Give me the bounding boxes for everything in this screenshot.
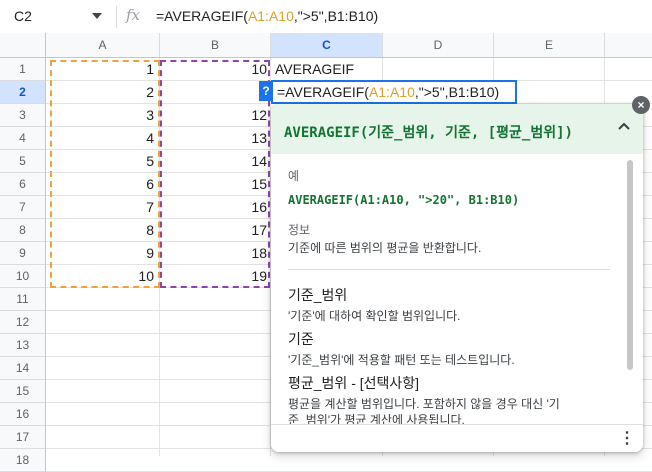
cell-a4[interactable]: 4	[46, 127, 160, 150]
more-options-icon[interactable]: ⋮	[619, 429, 635, 449]
arg3-desc-line2: 준_범위'가 평균 계산에 사용됩니다.	[288, 413, 465, 424]
cell-a9[interactable]: 9	[46, 242, 160, 265]
cell-a1[interactable]: 1	[46, 58, 160, 81]
example-formula: AVERAGEIF(A1:A10, ">20", B1:B10)	[288, 193, 520, 207]
row-header-5[interactable]: 5	[0, 150, 46, 173]
arg3-desc-line1: 평균을 계산할 범위입니다. 포함하지 않을 경우 대신 '기	[288, 397, 560, 411]
cell-b1[interactable]: 10	[160, 58, 271, 81]
select-all-corner[interactable]	[0, 33, 46, 58]
cell-c1[interactable]: AVERAGEIF	[271, 58, 383, 81]
chevron-down-icon[interactable]	[92, 13, 102, 19]
close-icon[interactable]: ×	[632, 96, 650, 114]
row-header-10[interactable]: 10	[0, 265, 46, 288]
column-header-f[interactable]	[605, 33, 652, 58]
arg3-name: 평균_범위 - [선택사항]	[288, 375, 420, 391]
info-text: 기준에 따른 범위의 평균을 반환합니다.	[288, 241, 482, 255]
row-header-16[interactable]: 16	[0, 403, 46, 426]
formula-range-2: B1:B10	[327, 8, 374, 24]
help-divider	[288, 269, 610, 270]
column-header-b[interactable]: B	[160, 33, 271, 58]
row-header-4[interactable]: 4	[0, 127, 46, 150]
row-header-12[interactable]: 12	[0, 311, 46, 334]
column-header-a[interactable]: A	[46, 33, 160, 58]
cell-b7[interactable]: 16	[160, 196, 271, 219]
cell-b9[interactable]: 18	[160, 242, 271, 265]
arg1-desc: '기준'에 대하여 확인할 범위입니다.	[288, 309, 461, 323]
arg2-desc: '기준_범위'에 적용할 패턴 또는 테스트입니다.	[288, 353, 515, 367]
cell-b5[interactable]: 14	[160, 150, 271, 173]
cell-b10[interactable]: 19	[160, 265, 271, 288]
editor-range-2: B1:B10	[448, 84, 495, 100]
info-label: 정보	[288, 223, 311, 237]
cell-a7[interactable]: 7	[46, 196, 160, 219]
formula-input[interactable]: =AVERAGEIF(A1:A10,">5",B1:B10)	[156, 8, 378, 24]
row-header-2[interactable]: 2	[0, 81, 46, 104]
formula-range-1: A1:A10	[247, 8, 294, 24]
cell-a3[interactable]: 3	[46, 104, 160, 127]
divider	[116, 6, 117, 28]
row-header-1[interactable]: 1	[0, 58, 46, 81]
name-box[interactable]: C2	[0, 0, 112, 33]
row-header-9[interactable]: 9	[0, 242, 46, 265]
row-header-14[interactable]: 14	[0, 357, 46, 380]
cell-b8[interactable]: 17	[160, 219, 271, 242]
cell-a10[interactable]: 10	[46, 265, 160, 288]
cell-a2[interactable]: 2	[46, 81, 160, 104]
cell-a8[interactable]: 8	[46, 219, 160, 242]
formula-suffix: )	[373, 8, 379, 24]
function-help-popup: AVERAGEIF(기준_범위, 기준, [평균_범위]) 예 AVERAGEI…	[271, 104, 643, 452]
row-header-13[interactable]: 13	[0, 334, 46, 357]
help-body: 예 AVERAGEIF(A1:A10, ">20", B1:B10) 정보 기준…	[271, 154, 643, 424]
editor-prefix: =AVERAGEIF(	[277, 84, 369, 100]
cell-b4[interactable]: 13	[160, 127, 271, 150]
cell-b2[interactable]: 1	[160, 81, 271, 104]
help-scrollbar[interactable]	[627, 160, 633, 370]
row-header-6[interactable]: 6	[0, 173, 46, 196]
editor-suffix: )	[494, 84, 500, 100]
column-header-e[interactable]: E	[494, 33, 605, 58]
function-signature: AVERAGEIF(기준_범위, 기준, [평균_범위])	[284, 125, 573, 141]
column-header-d[interactable]: D	[383, 33, 494, 58]
example-label: 예	[288, 169, 300, 183]
fx-icon: fx	[126, 6, 141, 24]
name-box-ref: C2	[14, 8, 32, 24]
row-header-3[interactable]: 3	[0, 104, 46, 127]
formula-bar: C2 fx =AVERAGEIF(A1:A10,">5",B1:B10)	[0, 0, 652, 34]
arg2-name: 기준	[288, 331, 314, 347]
editor-mid: ,">5",	[414, 84, 449, 100]
row-header-17[interactable]: 17	[0, 426, 46, 449]
cell-a5[interactable]: 5	[46, 150, 160, 173]
arg1-name: 기준_범위	[288, 287, 348, 303]
chevron-up-icon[interactable]	[617, 119, 631, 133]
help-header[interactable]: AVERAGEIF(기준_범위, 기준, [평균_범위])	[271, 104, 643, 154]
row-header-18[interactable]: 18	[0, 449, 46, 472]
cell-b3[interactable]: 12	[160, 104, 271, 127]
column-header-c[interactable]: C	[271, 33, 383, 58]
row-header-7[interactable]: 7	[0, 196, 46, 219]
cell-b6[interactable]: 15	[160, 173, 271, 196]
row-header-15[interactable]: 15	[0, 380, 46, 403]
cell-a6[interactable]: 6	[46, 173, 160, 196]
formula-prefix: =AVERAGEIF(	[156, 8, 248, 24]
help-footer: ⋮	[271, 424, 643, 452]
editor-range-1: A1:A10	[368, 84, 415, 100]
cell-editor-c2[interactable]: =AVERAGEIF(A1:A10,">5",B1:B10)	[271, 80, 517, 104]
row-header-11[interactable]: 11	[0, 288, 46, 311]
formula-mid: ,">5",	[293, 8, 328, 24]
row-header-8[interactable]: 8	[0, 219, 46, 242]
